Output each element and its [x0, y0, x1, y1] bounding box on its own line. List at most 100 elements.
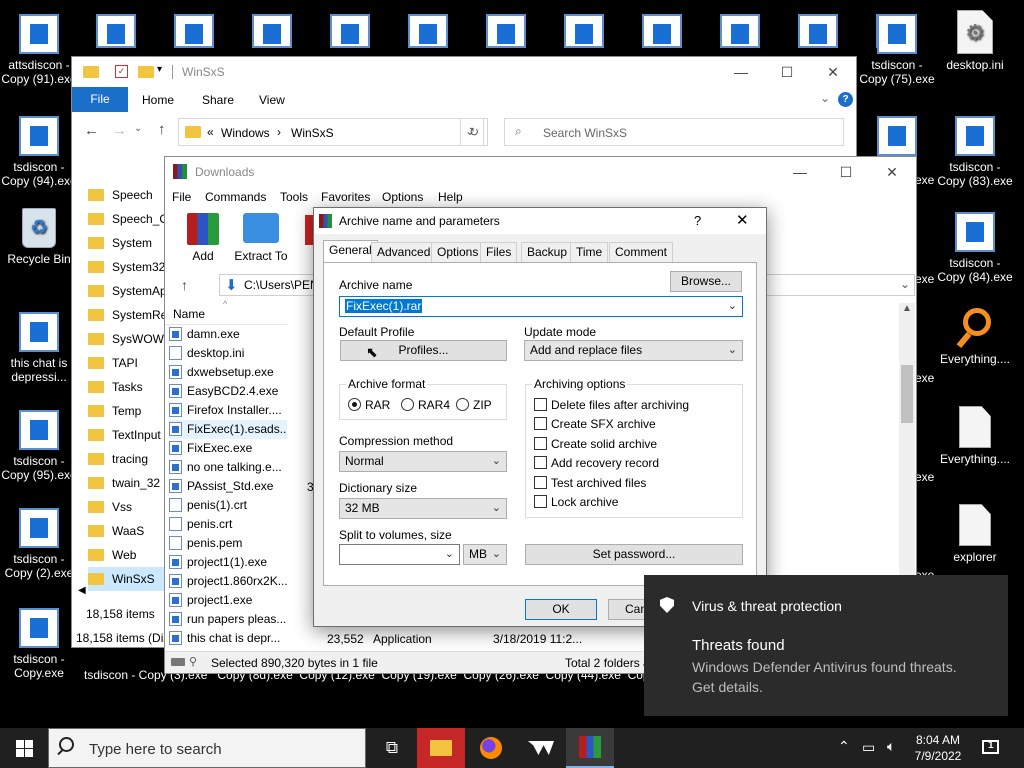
app-taskbar-icon[interactable]	[517, 728, 565, 768]
format-rar-radio[interactable]: RAR	[348, 398, 390, 412]
ok-button[interactable]: OK	[525, 599, 597, 620]
search-box[interactable]: ⌕ Search WinSxS	[504, 118, 844, 146]
chevron-down-icon[interactable]: ⌄	[728, 297, 737, 315]
menu-help[interactable]: Help	[438, 190, 463, 204]
browse-button[interactable]: Browse...	[670, 271, 742, 292]
tab-files[interactable]: Files	[480, 242, 518, 262]
ribbon-tab-share[interactable]: Share	[202, 93, 234, 107]
address-bar[interactable]: « Windows › WinSxS ⌄	[178, 118, 484, 146]
column-name[interactable]: ^ Name	[165, 299, 287, 325]
notification-center-button[interactable]: 1	[982, 738, 1002, 756]
file-row[interactable]: dxwebsetup.exe	[169, 363, 287, 382]
desktop-icon[interactable]: Everything....	[936, 308, 1014, 366]
desktop-icon[interactable]: tsdiscon - Copy (95).exe	[0, 410, 78, 482]
taskbar-search[interactable]: Type here to search	[48, 728, 366, 768]
desktop-icon[interactable]: tsdiscon - Copy.exe	[0, 608, 78, 680]
maximize-button[interactable]: ☐	[764, 57, 810, 87]
file-row[interactable]: FixExec(1).esads...	[169, 420, 287, 439]
exe-icon[interactable]	[564, 14, 604, 48]
nav-folder-item[interactable]: Speech_On	[88, 207, 166, 231]
exe-icon[interactable]	[720, 14, 760, 48]
network-icon[interactable]: ▭	[862, 739, 875, 756]
exe-icon[interactable]	[174, 14, 214, 48]
tab-comment[interactable]: Comment	[609, 242, 674, 262]
nav-folder-item[interactable]: Speech	[88, 183, 166, 207]
forward-arrow-icon[interactable]: →	[112, 122, 127, 139]
winrar-taskbar-icon[interactable]	[566, 728, 614, 768]
explorer-titlebar[interactable]: ✓ ▾ WinSxS — ☐ ✕	[72, 57, 856, 87]
nav-scroll-left-icon[interactable]: ◀	[78, 585, 86, 596]
defender-toast[interactable]: Virus & threat protection Threats found …	[644, 575, 1008, 716]
delete-files-checkbox[interactable]: Delete files after archiving	[534, 398, 689, 412]
start-button[interactable]	[0, 728, 48, 768]
maximize-button[interactable]: ☐	[823, 157, 869, 187]
refresh-button[interactable]: ↻	[460, 118, 488, 146]
dictionary-select[interactable]: 32 MB ⌄	[339, 498, 507, 519]
back-arrow-icon[interactable]: ←	[84, 122, 99, 139]
set-password-button[interactable]: Set password...	[525, 544, 743, 565]
file-row[interactable]: Firefox Installer....	[169, 401, 287, 420]
nav-folder-item[interactable]: WaaS	[88, 519, 166, 543]
exe-icon[interactable]	[330, 14, 370, 48]
recent-dropdown-icon[interactable]: ⌄	[134, 123, 142, 134]
clock[interactable]: 8:04 AM 7/9/2022	[906, 732, 970, 764]
menu-commands[interactable]: Commands	[205, 190, 266, 204]
up-folder-icon[interactable]: ↑	[181, 277, 188, 293]
chevron-up-icon[interactable]: ⌃	[838, 738, 850, 755]
nav-folder-item[interactable]: System	[88, 231, 166, 255]
file-row[interactable]: damn.exe	[169, 325, 287, 344]
file-row[interactable]: PAssist_Std.exe	[169, 477, 287, 496]
create-sfx-checkbox[interactable]: Create SFX archive	[534, 417, 656, 431]
chevron-down-icon[interactable]: ⌄	[492, 545, 501, 563]
nav-folder-item[interactable]: System32	[88, 255, 166, 279]
nav-folder-item[interactable]: SystemApp	[88, 279, 166, 303]
firefox-taskbar-icon[interactable]	[467, 728, 515, 768]
nav-folder-item[interactable]: Vss	[88, 495, 166, 519]
tab-advanced[interactable]: Advanced	[371, 242, 437, 262]
tab-options[interactable]: Options	[431, 242, 485, 262]
menu-favorites[interactable]: Favorites	[321, 190, 370, 204]
desktop-icon[interactable]: this chat is depressi...	[0, 312, 78, 384]
path-dropdown-icon[interactable]: ⌄	[900, 277, 910, 291]
tab-time[interactable]: Time	[570, 242, 609, 262]
desktop-icon[interactable]: tsdiscon - Copy (83).exe	[936, 116, 1014, 188]
update-mode-select[interactable]: Add and replace files ⌄	[524, 340, 743, 361]
close-button[interactable]: ✕	[810, 57, 856, 87]
desktop-icon[interactable]: tsdiscon - Copy (2).exe	[0, 508, 78, 580]
minimize-button[interactable]: —	[718, 57, 764, 87]
file-row[interactable]: desktop.ini	[169, 344, 287, 363]
create-solid-checkbox[interactable]: Create solid archive	[534, 437, 657, 451]
file-row[interactable]: penis.crt	[169, 515, 287, 534]
desktop-icon[interactable]: Everything....	[936, 406, 1014, 466]
chevron-down-icon[interactable]: ⌄	[728, 341, 737, 359]
desktop-icon[interactable]: attsdiscon - Copy (91).exe	[0, 14, 78, 86]
split-size-input[interactable]: ⌄	[339, 544, 460, 565]
breadcrumb-winsxs[interactable]: WinSxS	[291, 126, 334, 140]
task-view-button[interactable]: ⧉	[368, 728, 416, 768]
breadcrumb-windows[interactable]: Windows	[221, 126, 270, 140]
file-row[interactable]: project1(1).exe	[169, 553, 287, 572]
format-zip-radio[interactable]: ZIP	[456, 398, 492, 412]
lock-archive-checkbox[interactable]: Lock archive	[534, 495, 618, 509]
file-row[interactable]: project1.860rx2K...	[169, 572, 287, 591]
menu-file[interactable]: File	[172, 190, 191, 204]
chevron-down-icon[interactable]: ⌄	[492, 499, 501, 517]
file-row[interactable]: penis(1).crt	[169, 496, 287, 515]
desktop-icon[interactable]: ♻ Recycle Bin	[0, 208, 78, 266]
test-archived-checkbox[interactable]: Test archived files	[534, 476, 646, 490]
nav-folder-item[interactable]: TAPI	[88, 351, 166, 375]
minimize-button[interactable]: —	[777, 157, 823, 187]
toolbar-extract[interactable]: Extract To	[233, 213, 289, 265]
desktop-icon[interactable]: explorer	[936, 504, 1014, 564]
desktop-icon[interactable]: ⚙ desktop.ini	[936, 10, 1014, 72]
exe-icon[interactable]	[252, 14, 292, 48]
nav-folder-item[interactable]: SystemRes	[88, 303, 166, 327]
scroll-thumb[interactable]	[901, 365, 913, 423]
recovery-record-checkbox[interactable]: Add recovery record	[534, 456, 659, 470]
exe-icon[interactable]	[486, 14, 526, 48]
up-arrow-icon[interactable]: ↑	[158, 121, 166, 138]
help-button[interactable]: ?	[694, 213, 701, 228]
exe-icon[interactable]	[642, 14, 682, 48]
tab-backup[interactable]: Backup	[521, 242, 574, 262]
nav-folder-item[interactable]: twain_32	[88, 471, 166, 495]
